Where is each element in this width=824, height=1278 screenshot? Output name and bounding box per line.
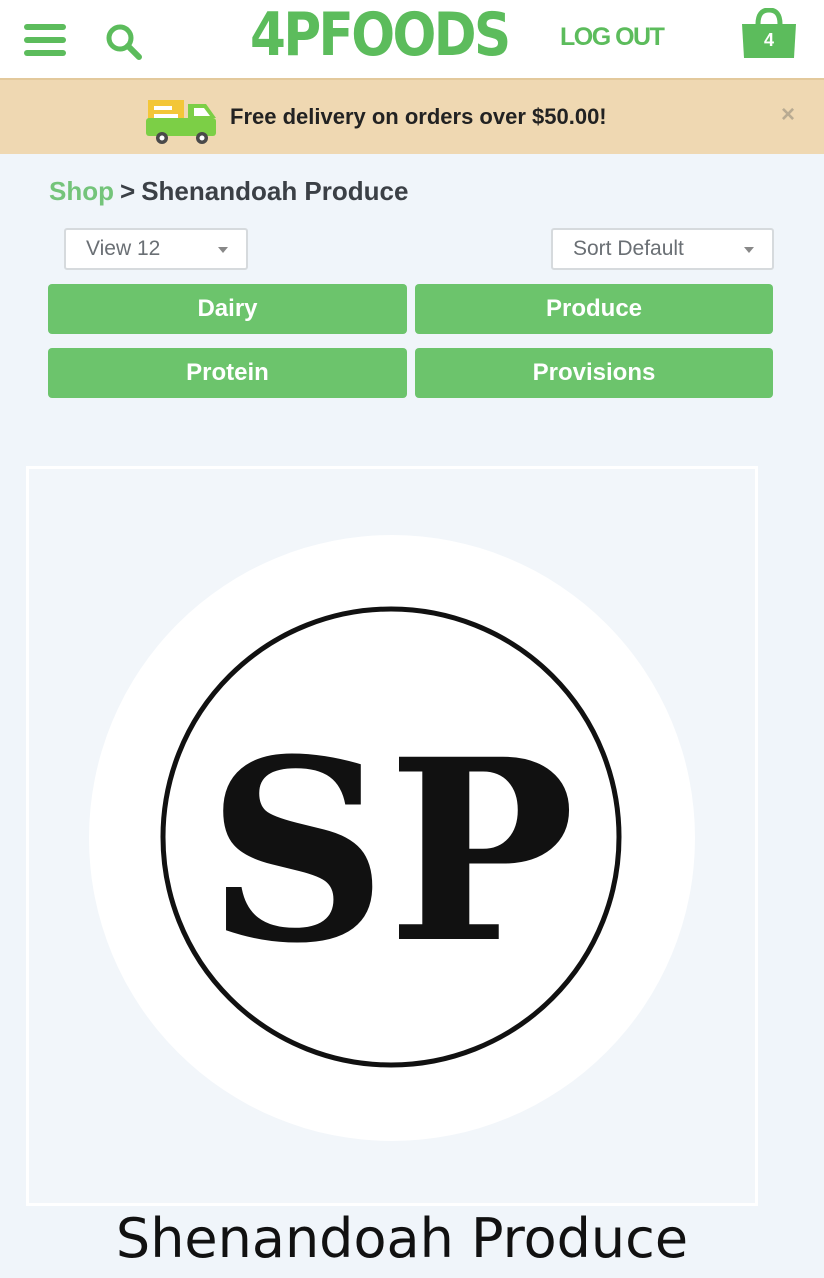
producer-card[interactable]: SP <box>26 466 758 1206</box>
menu-icon[interactable] <box>24 22 68 60</box>
logout-link[interactable]: LOG OUT <box>560 22 665 52</box>
chevron-down-icon <box>744 247 754 253</box>
breadcrumb-current: Shenandoah Produce <box>141 176 409 206</box>
category-button-provisions[interactable]: Provisions <box>415 348 773 398</box>
delivery-truck-icon <box>146 100 216 144</box>
promo-text: Free delivery on orders over $50.00! <box>230 104 607 129</box>
sort-select[interactable]: Sort Default <box>551 228 774 270</box>
breadcrumb-separator: > <box>120 176 136 206</box>
chevron-down-icon <box>218 247 228 253</box>
cart-count-badge: 4 <box>763 30 774 50</box>
category-button-dairy[interactable]: Dairy <box>48 284 407 334</box>
search-icon[interactable] <box>104 22 144 62</box>
breadcrumb-shop-link[interactable]: Shop <box>49 176 114 206</box>
category-button-produce[interactable]: Produce <box>415 284 773 334</box>
view-count-value: View 12 <box>86 237 161 260</box>
producer-logo: SP <box>89 535 695 1141</box>
sort-value: Sort Default <box>573 237 684 260</box>
category-button-protein[interactable]: Protein <box>48 348 407 398</box>
cart-button[interactable]: 4 <box>740 7 798 60</box>
close-icon[interactable]: × <box>776 100 800 130</box>
site-logo[interactable]: 4PFOODS <box>250 2 511 68</box>
site-header: 4PFOODS LOG OUT 4 <box>0 0 824 78</box>
view-count-select[interactable]: View 12 <box>64 228 248 270</box>
producer-logo-initials: SP <box>207 704 576 998</box>
producer-name[interactable]: Shenandoah Produce <box>0 1204 804 1274</box>
producer-logo-image: SP <box>160 606 622 1068</box>
promo-banner: Free delivery on orders over $50.00! × <box>0 78 824 154</box>
breadcrumb: Shop > Shenandoah Produce <box>49 174 408 208</box>
